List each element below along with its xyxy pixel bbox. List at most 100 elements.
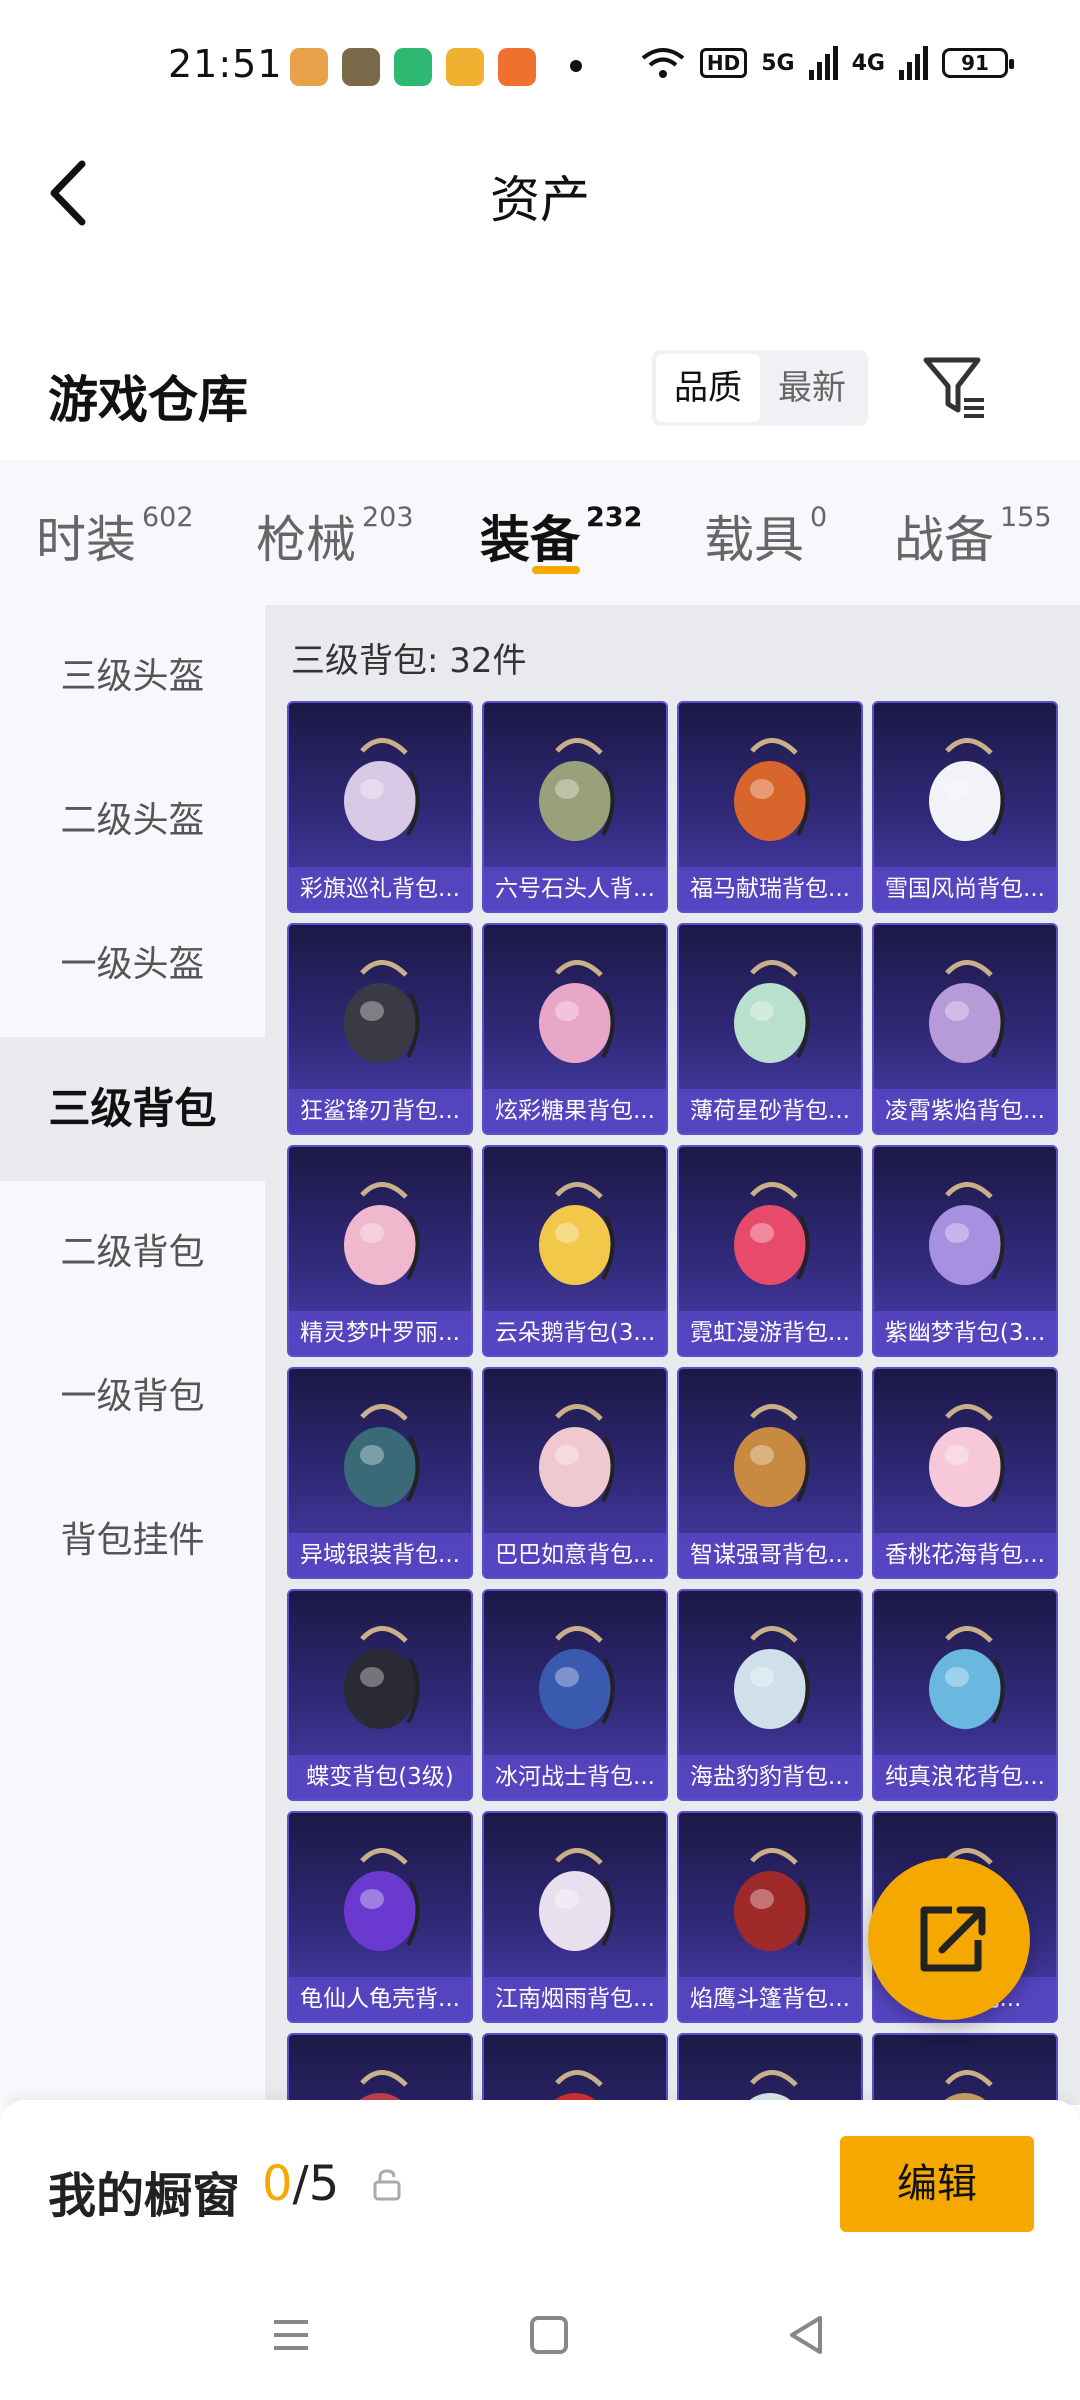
backpack-icon [354,2070,414,2105]
status-time: 21:51 [168,42,283,86]
tab-fashion[interactable]: 时装 602 [36,500,194,572]
tab-count: 203 [362,502,414,533]
item-card[interactable]: 巴巴如意背包... [482,1367,668,1579]
backpack-icon [539,1626,615,1729]
item-label: 纯真浪花背包... [874,1755,1056,1799]
item-label: 海盐豹豹背包... [679,1755,861,1799]
item-label: 福马献瑞背包... [679,867,861,911]
item-card[interactable]: 冰河战士背包... [482,1589,668,1801]
edit-button[interactable]: 编辑 [840,2136,1034,2232]
tab-count: 0 [810,502,828,533]
backpack-icon [539,1182,615,1285]
item-card[interactable]: 霓虹漫游背包... [677,1145,863,1357]
tab-vehicles[interactable]: 载具 0 [704,500,827,572]
sidebar-item-level1-helmet[interactable]: 一级头盔 [0,893,265,1037]
backpack-icon [344,1848,420,1951]
menu-icon[interactable] [266,2310,316,2360]
backpack-icon [939,2070,999,2105]
app-notification-icon [290,48,328,86]
tab-supplies[interactable]: 战备 155 [894,500,1052,572]
share-icon [920,1906,986,1972]
item-card[interactable]: 龟仙人龟壳背... [287,1811,473,2023]
tab-label: 装备 [480,511,580,569]
item-card[interactable]: 炫彩糖果背包... [482,923,668,1135]
sort-toggle: 品质 最新 [652,350,868,426]
item-label: 异域银装背包... [289,1533,471,1577]
backpack-icon [549,2070,609,2105]
page-header: 资产 [0,130,1080,260]
backpack-icon [344,960,420,1063]
item-card[interactable]: 蝶变背包(3级) [287,1589,473,1801]
tab-count: 232 [586,502,643,533]
item-card[interactable]: 江南烟雨背包... [482,1811,668,2023]
sidebar-item-level2-backpack[interactable]: 二级背包 [0,1181,265,1325]
item-label: 冰河战士背包... [484,1755,666,1799]
item-label: 云朵鹅背包(3... [484,1311,666,1355]
tab-label: 时装 [36,511,136,569]
item-label: 狂鲨锋刃背包... [289,1089,471,1133]
sidebar-item-level3-backpack[interactable]: 三级背包 [0,1037,265,1181]
item-card[interactable]: 紫幽梦背包(3... [872,1145,1058,1357]
item-card[interactable]: 精灵梦叶罗丽... [287,1145,473,1357]
item-card[interactable]: 云朵鹅背包(3... [482,1145,668,1357]
tab-firearms[interactable]: 枪械 203 [256,500,414,572]
item-card[interactable]: 凌霄紫焰背包... [872,923,1058,1135]
sidebar-item-level2-helmet[interactable]: 二级头盔 [0,749,265,893]
backpack-icon [734,960,810,1063]
sidebar-item-backpack-pendant[interactable]: 背包挂件 [0,1469,265,1613]
item-label: 薄荷星砂背包... [679,1089,861,1133]
item-card[interactable] [482,2033,668,2105]
back-icon[interactable] [782,2310,832,2360]
home-icon[interactable] [524,2310,574,2360]
item-card[interactable]: 雪国风尚背包... [872,701,1058,913]
item-label: 凌霄紫焰背包... [874,1089,1056,1133]
item-label: 龟仙人龟壳背... [289,1977,471,2021]
system-nav-bar [0,2270,1080,2400]
share-button[interactable] [868,1858,1030,2020]
item-card[interactable] [287,2033,473,2105]
backpack-icon [929,960,1005,1063]
item-card[interactable]: 异域银装背包... [287,1367,473,1579]
item-card[interactable]: 智谋强哥背包... [677,1367,863,1579]
item-card[interactable] [677,2033,863,2105]
more-notifications-dot [570,60,582,72]
showcase-count: 0/5 [262,2156,339,2212]
showcase-current: 0 [262,2156,293,2212]
sidebar-item-level1-backpack[interactable]: 一级背包 [0,1325,265,1469]
hd-badge: HD [699,48,748,78]
item-card[interactable]: 彩旗巡礼背包... [287,701,473,913]
backpack-icon [539,960,615,1063]
app-notification-icon [446,48,484,86]
item-label: 霓虹漫游背包... [679,1311,861,1355]
item-label: 六号石头人背... [484,867,666,911]
app-notification-icon [394,48,432,86]
tab-label: 战备 [894,511,994,569]
item-card[interactable]: 纯真浪花背包... [872,1589,1058,1801]
sort-quality-button[interactable]: 品质 [656,354,760,422]
filter-icon[interactable] [920,352,990,422]
item-label: 彩旗巡礼背包... [289,867,471,911]
signal-5g-label: 5G [761,50,795,76]
item-card[interactable]: 福马献瑞背包... [677,701,863,913]
lock-icon [373,2169,401,2201]
item-card[interactable]: 香桃花海背包... [872,1367,1058,1579]
item-card[interactable]: 薄荷星砂背包... [677,923,863,1135]
item-card[interactable]: 焰鹰斗篷背包... [677,1811,863,2023]
item-card[interactable] [872,2033,1058,2105]
backpack-icon [344,1182,420,1285]
page-title: 资产 [490,171,590,229]
item-card[interactable]: 六号石头人背... [482,701,668,913]
subcategory-sidebar: 三级头盔 二级头盔 一级头盔 三级背包 二级背包 一级背包 背包挂件 [0,605,265,2105]
item-label: 香桃花海背包... [874,1533,1056,1577]
item-card[interactable]: 狂鲨锋刃背包... [287,923,473,1135]
showcase-bar: 我的橱窗 0/5 编辑 [0,2100,1080,2270]
tab-count: 602 [142,502,194,533]
sort-latest-button[interactable]: 最新 [760,354,864,422]
backpack-icon [344,1404,420,1507]
wifi-icon [641,48,685,78]
tab-label: 载具 [704,511,804,569]
app-notification-icon [498,48,536,86]
item-card[interactable]: 海盐豹豹背包... [677,1589,863,1801]
sidebar-item-level3-helmet[interactable]: 三级头盔 [0,605,265,749]
tab-equipment[interactable]: 装备 232 [480,500,642,572]
